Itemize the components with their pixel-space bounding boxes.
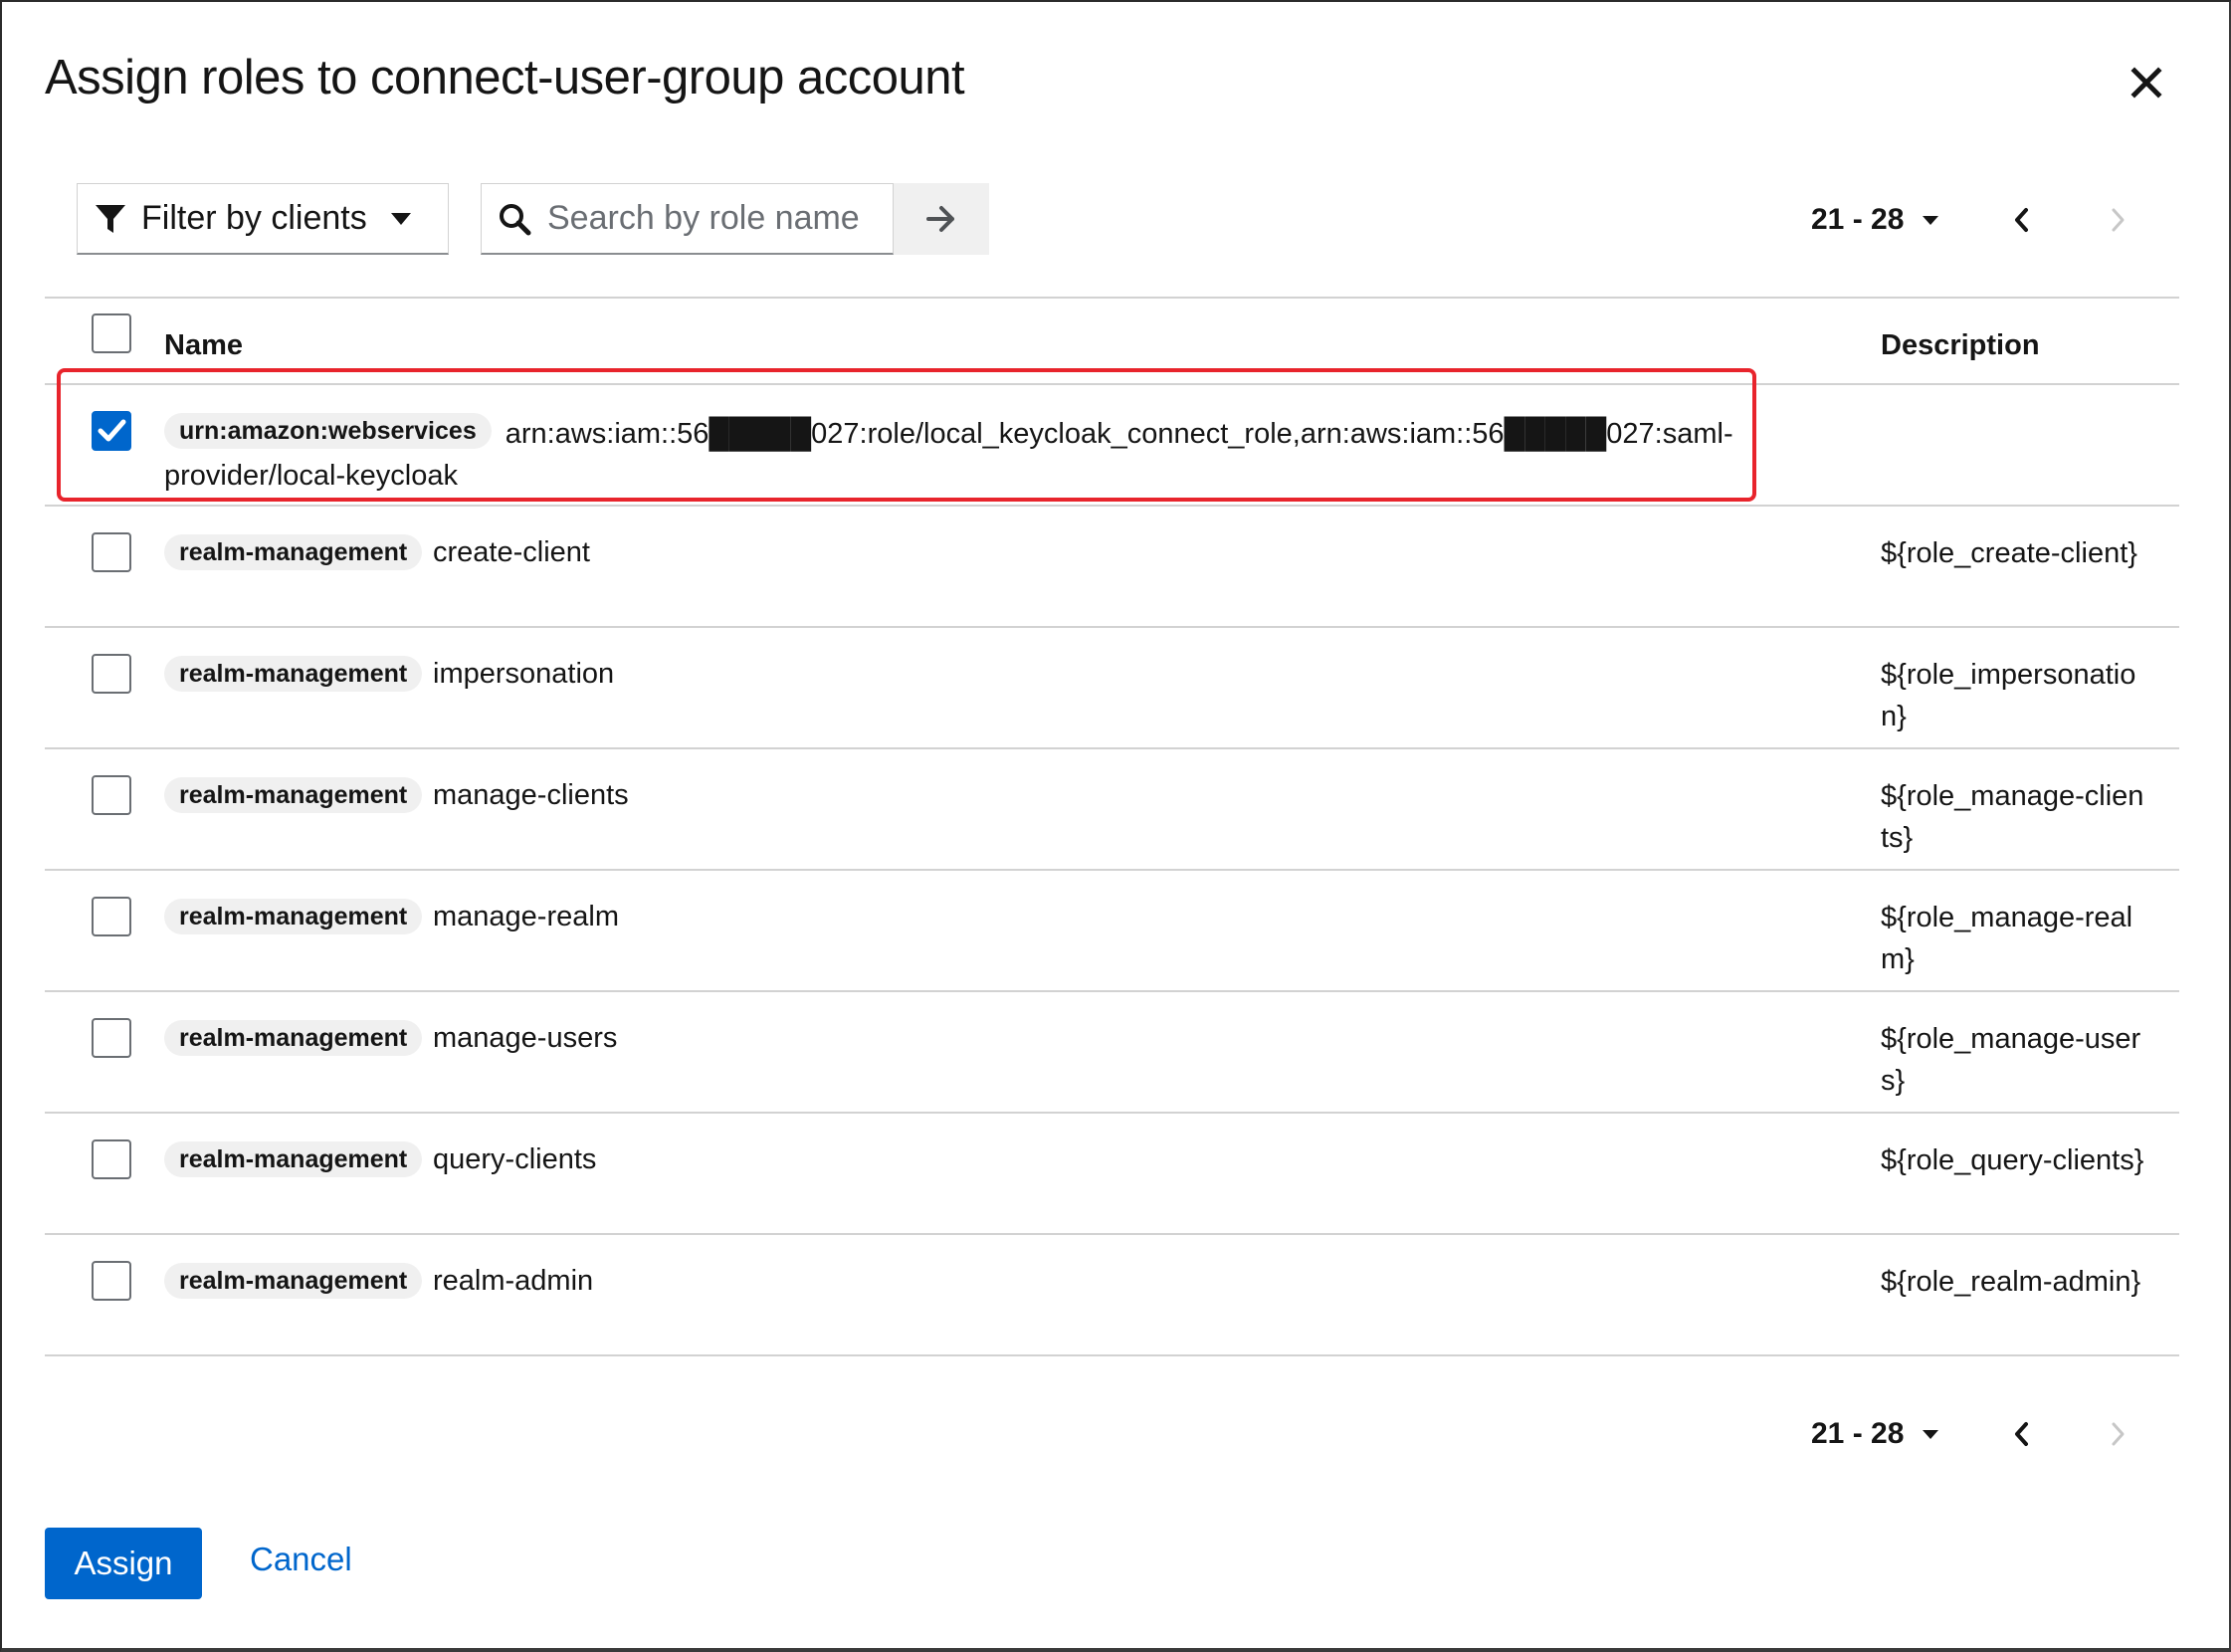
row-name-cell: urn:amazon:webservices arn:aws:iam::56███… (164, 413, 1776, 497)
client-badge: realm-management (164, 534, 423, 570)
filter-icon (96, 204, 125, 233)
row-checkbox[interactable] (92, 775, 131, 815)
table-row[interactable]: realm-management manage-clients ${role_m… (45, 749, 2179, 871)
caret-down-icon (1923, 1429, 1939, 1439)
client-badge: realm-management (164, 899, 423, 934)
client-badge: realm-management (164, 777, 423, 813)
role-description: ${role_manage-realm} (1881, 902, 2133, 975)
caret-down-icon (1923, 215, 1939, 225)
table-row[interactable]: realm-management query-clients ${role_qu… (45, 1114, 2179, 1235)
row-checkbox[interactable] (92, 411, 131, 451)
chevron-right-icon (2112, 1422, 2125, 1446)
chevron-right-icon (2112, 208, 2125, 232)
table-row[interactable]: realm-management realm-admin ${role_real… (45, 1235, 2179, 1356)
row-checkbox[interactable] (92, 1139, 131, 1179)
search-icon (500, 203, 531, 235)
pagination-top: 21 - 28 (1811, 190, 2125, 250)
role-description: ${role_manage-clients} (1881, 780, 2144, 854)
table-row[interactable]: realm-management impersonation ${role_im… (45, 628, 2179, 749)
pagination-bottom: 21 - 28 (1811, 1404, 2125, 1464)
assign-button[interactable]: Assign (45, 1528, 202, 1599)
chevron-left-icon[interactable] (2010, 1420, 2034, 1448)
client-badge: realm-management (164, 1141, 423, 1177)
client-badge: realm-management (164, 1263, 423, 1299)
client-badge: realm-management (164, 656, 423, 692)
role-description: ${role_query-clients} (1881, 1144, 2144, 1176)
search-submit-button[interactable] (894, 183, 989, 255)
role-name: manage-clients (433, 779, 629, 811)
row-checkbox[interactable] (92, 532, 131, 572)
filter-by-clients-dropdown[interactable]: Filter by clients (77, 183, 449, 255)
cancel-button[interactable]: Cancel (250, 1541, 352, 1578)
close-icon[interactable] (2127, 63, 2166, 103)
arrow-right-icon (926, 206, 954, 232)
chevron-left-icon[interactable] (2010, 206, 2034, 234)
table-row[interactable]: realm-management create-client ${role_cr… (45, 507, 2179, 628)
role-description: ${role_impersonation} (1881, 659, 2136, 732)
client-badge: realm-management (164, 1020, 423, 1056)
pagination-range: 21 - 28 (1811, 1417, 1905, 1450)
filter-label: Filter by clients (141, 199, 367, 237)
role-name: impersonation (433, 658, 615, 690)
table-top-border (45, 297, 2179, 299)
table-row[interactable]: realm-management manage-realm ${role_man… (45, 871, 2179, 992)
pagination-range-toggle[interactable]: 21 - 28 (1811, 1417, 1939, 1451)
check-icon (98, 419, 126, 442)
row-checkbox[interactable] (92, 897, 131, 936)
row-checkbox[interactable] (92, 654, 131, 694)
column-header-description: Description (1881, 329, 2040, 361)
column-header-name: Name (164, 329, 243, 361)
role-description: ${role_realm-admin} (1881, 1266, 2141, 1298)
role-name: manage-users (433, 1022, 618, 1054)
role-name: manage-realm (433, 901, 619, 932)
caret-down-icon (391, 212, 411, 225)
role-description: ${role_manage-users} (1881, 1023, 2141, 1097)
role-description: ${role_create-client} (1881, 537, 2137, 569)
row-checkbox[interactable] (92, 1018, 131, 1058)
role-name: query-clients (433, 1143, 597, 1175)
role-name: create-client (433, 536, 590, 568)
dialog-title: Assign roles to connect-user-group accou… (45, 51, 965, 104)
select-all-checkbox[interactable] (92, 313, 131, 353)
search-input[interactable] (545, 198, 878, 239)
search-box (481, 183, 894, 255)
row-checkbox[interactable] (92, 1261, 131, 1301)
role-name: realm-admin (433, 1265, 594, 1297)
pagination-range: 21 - 28 (1811, 203, 1905, 236)
table-row[interactable]: realm-management manage-users ${role_man… (45, 992, 2179, 1114)
client-badge: urn:amazon:webservices (164, 413, 492, 449)
pagination-range-toggle[interactable]: 21 - 28 (1811, 203, 1939, 237)
table-row[interactable]: urn:amazon:webservices arn:aws:iam::56███… (45, 385, 2179, 507)
